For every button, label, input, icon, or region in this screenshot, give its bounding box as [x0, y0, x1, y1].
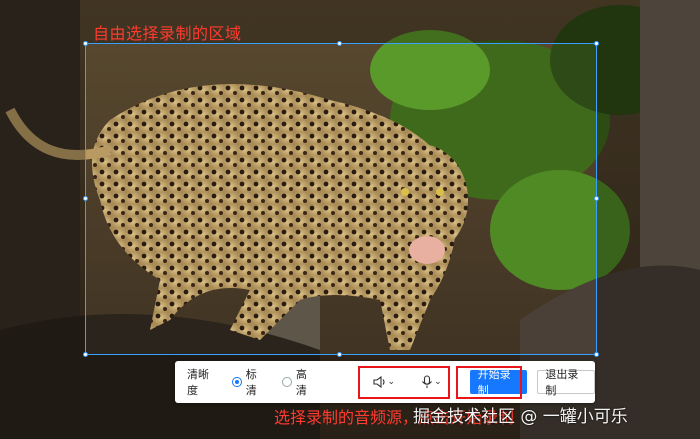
radio-unchecked-icon[interactable]	[282, 377, 292, 387]
select-region-hint: 自由选择录制的区域	[93, 24, 242, 43]
resize-handle-right[interactable]	[594, 196, 599, 201]
quality-option-high-label: 高清	[295, 368, 307, 397]
start-button-highlight	[456, 366, 522, 399]
quality-option-standard[interactable]: 标清	[232, 366, 266, 398]
resize-handle-bottom[interactable]	[337, 352, 342, 357]
resize-handle-top-left[interactable]	[83, 41, 88, 46]
quality-option-standard-label: 标清	[245, 368, 257, 397]
clarity-label: 清晰度	[187, 368, 209, 397]
resize-handle-bottom-right[interactable]	[594, 352, 599, 357]
resize-handle-bottom-left[interactable]	[83, 352, 88, 357]
quality-option-high[interactable]: 高清	[282, 366, 316, 398]
watermark-text: 掘金技术社区 @ 一罐小可乐	[413, 407, 628, 427]
recording-region-selection[interactable]	[83, 41, 599, 357]
exit-recording-button[interactable]: 退出录制	[537, 368, 596, 397]
resize-handle-left[interactable]	[83, 196, 88, 201]
radio-checked-icon[interactable]	[232, 377, 242, 387]
resize-handle-top-right[interactable]	[594, 41, 599, 46]
resize-handle-top[interactable]	[337, 41, 342, 46]
audio-source-highlight	[358, 366, 450, 399]
